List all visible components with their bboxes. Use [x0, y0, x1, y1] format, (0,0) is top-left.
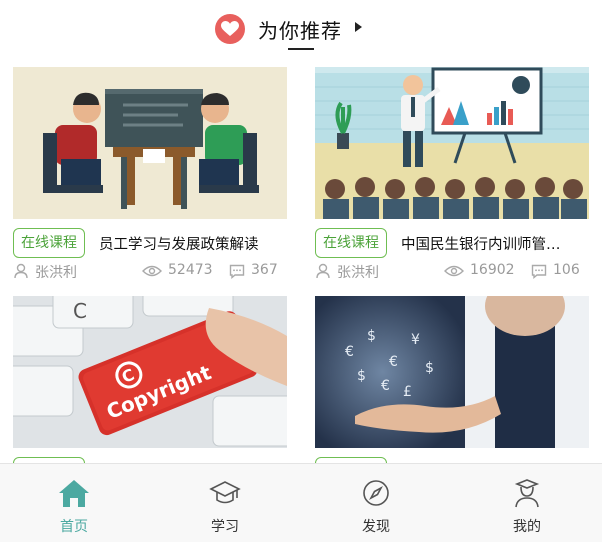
course-title[interactable]: 中国民生银行内训师管… [401, 233, 587, 254]
comment-count: 106 [553, 262, 580, 278]
svg-text:£: £ [403, 384, 412, 400]
svg-text:$: $ [367, 328, 376, 344]
user-icon [316, 263, 330, 279]
comment-count: 367 [251, 262, 278, 278]
compass-icon [363, 480, 389, 506]
svg-text:¥: ¥ [411, 332, 420, 348]
svg-text:€: € [389, 354, 398, 370]
comment-icon [229, 264, 245, 279]
course-meta: 张洪利 16902 106 [315, 261, 589, 281]
svg-text:C: C [73, 299, 87, 323]
course-meta: 张洪利 52473 367 [13, 261, 287, 281]
author-name: 张洪利 [35, 265, 77, 281]
tab-home[interactable]: 首页 [24, 464, 124, 542]
tab-label: 首页 [60, 519, 88, 535]
view-count: 52473 [168, 262, 213, 278]
svg-text:$: $ [425, 360, 434, 376]
eye-icon [444, 265, 464, 277]
tab-study[interactable]: 学习 [175, 464, 275, 542]
tab-label: 发现 [362, 519, 390, 535]
author-name: 张洪利 [337, 265, 379, 281]
page-header: 为你推荐 [0, 0, 602, 60]
tab-discover[interactable]: 发现 [326, 464, 426, 542]
svg-text:€: € [345, 344, 354, 360]
bottom-tab-bar: 首页 学习 发现 我的 [0, 463, 602, 542]
section-title[interactable]: 为你推荐 [258, 15, 342, 44]
course-thumbnail[interactable]: € $ € ¥ $ € $ £ [315, 296, 589, 448]
tab-label: 我的 [513, 519, 541, 535]
view-count: 16902 [470, 262, 515, 278]
svg-text:$: $ [357, 368, 366, 384]
eye-icon [142, 265, 162, 277]
profile-icon [514, 479, 540, 508]
tab-label: 学习 [211, 519, 239, 535]
course-thumbnail[interactable] [315, 67, 589, 219]
caret-right-icon[interactable] [355, 22, 362, 32]
course-title[interactable]: 员工学习与发展政策解读 [99, 233, 285, 254]
heart-icon [215, 14, 245, 44]
course-type-badge: 在线课程 [315, 228, 387, 258]
home-icon [59, 480, 89, 507]
user-icon [14, 263, 28, 279]
course-thumbnail[interactable] [13, 67, 287, 219]
tab-profile[interactable]: 我的 [477, 464, 577, 542]
svg-text:€: € [381, 378, 390, 394]
course-thumbnail[interactable]: C C Copyright [13, 296, 287, 448]
course-type-badge: 在线课程 [13, 228, 85, 258]
comment-icon [531, 264, 547, 279]
graduation-cap-icon [209, 481, 241, 504]
title-underline [288, 48, 314, 50]
